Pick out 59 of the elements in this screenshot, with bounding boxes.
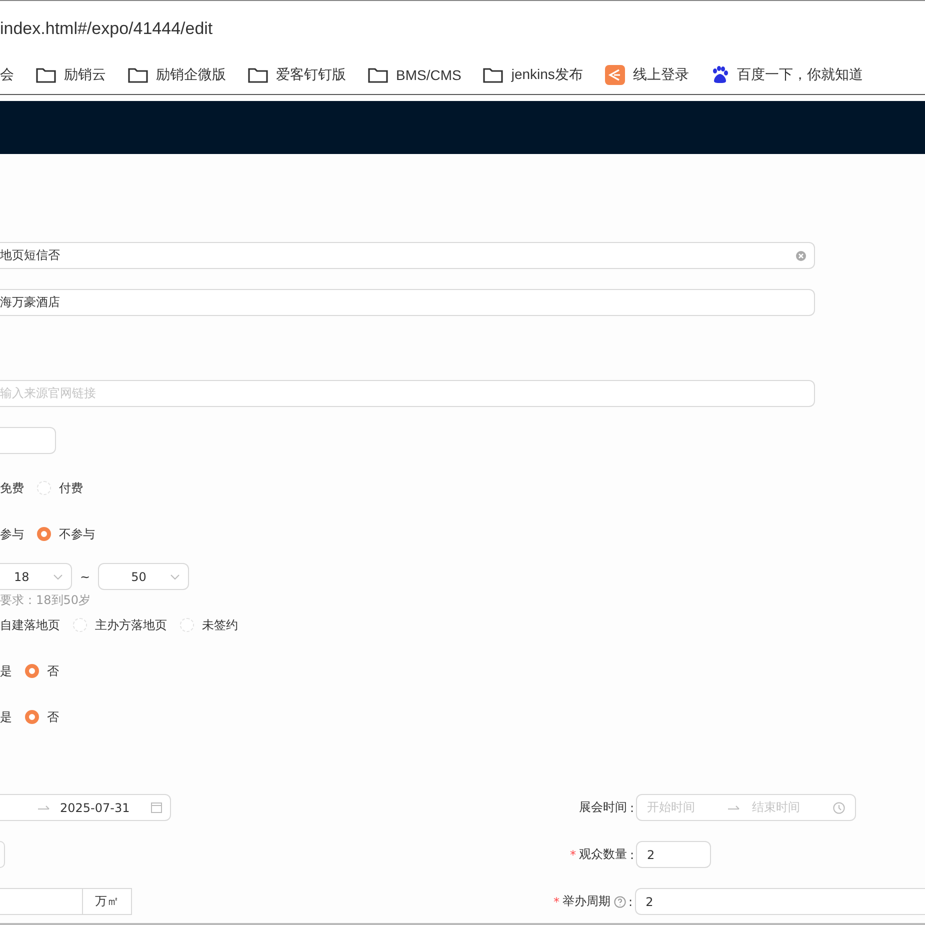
bookmark-link[interactable]: 励销企微版 — [128, 66, 226, 84]
folder-icon — [368, 67, 388, 83]
radio-label[interactable]: 是 — [0, 708, 12, 726]
radio-option[interactable]: 不参与 — [37, 526, 95, 542]
date-range-field[interactable]: 2025-07-31 — [0, 794, 171, 821]
paw-icon — [710, 66, 729, 84]
radio-option[interactable]: 付费 — [37, 480, 83, 496]
app-icon — [604, 65, 625, 85]
radio-option[interactable]: 否 — [25, 662, 59, 680]
address-url[interactable]: index.html#/expo/41444/edit — [0, 18, 213, 38]
chevron-down-icon — [53, 574, 63, 580]
input-field[interactable] — [0, 841, 5, 868]
clock-icon — [833, 802, 845, 814]
input-field[interactable]: 2 — [636, 841, 711, 868]
bookmark-link[interactable]: BMS/CMS — [368, 67, 462, 83]
radio-circle[interactable] — [25, 710, 39, 724]
bookmark-link[interactable]: 爱客钉钉版 — [248, 66, 346, 84]
radio-circle[interactable] — [25, 664, 39, 678]
label-colon: : — [628, 894, 633, 908]
input-field[interactable]: 2 — [634, 888, 925, 915]
field-label: 展会时间 — [578, 799, 627, 816]
required-mark: * — [570, 848, 576, 862]
folder-icon — [36, 67, 56, 83]
radio-option[interactable]: 否 — [25, 708, 59, 726]
folder-icon — [483, 67, 504, 83]
hint-text: 要求：18到50岁 — [0, 592, 91, 608]
field-label: 举办周期 — [562, 893, 611, 910]
radio-option[interactable]: 主办方落地页 — [73, 616, 167, 634]
bookmark-link[interactable]: 励销云 — [36, 66, 106, 84]
bookmark-link[interactable]: 百度一下，你就知道 — [710, 66, 863, 84]
label-colon: : — [630, 800, 634, 814]
age-select[interactable]: 50 — [98, 563, 190, 590]
chevron-down-icon — [170, 574, 180, 580]
radio-circle[interactable] — [37, 527, 51, 541]
radio-label[interactable]: 免费 — [0, 480, 24, 496]
input-field[interactable] — [0, 888, 83, 915]
bookmark-link[interactable]: jenkins发布 — [483, 66, 583, 84]
input-field[interactable] — [0, 427, 56, 454]
calendar-icon — [151, 802, 162, 813]
label-colon: : — [630, 848, 634, 862]
arrow-right-icon — [728, 805, 740, 810]
bookmark-link[interactable]: 线上登录 — [604, 65, 689, 85]
radio-label[interactable]: 参与 — [0, 526, 24, 542]
required-mark: * — [554, 894, 560, 908]
age-select[interactable]: 18 — [0, 563, 72, 590]
help-icon[interactable] — [614, 896, 626, 908]
radio-option[interactable]: 未签约 — [180, 616, 238, 634]
unit-addon: 万㎡ — [83, 888, 132, 915]
radio-label[interactable]: 是 — [0, 662, 12, 680]
bookmark-link[interactable]: 会 — [0, 66, 14, 84]
clear-icon[interactable] — [796, 250, 806, 260]
range-separator: ~ — [80, 570, 90, 584]
folder-icon — [248, 67, 268, 83]
input-field[interactable]: 地页短信否 — [0, 242, 815, 269]
input-field[interactable]: 海万豪酒店 — [0, 289, 815, 316]
field-label: 观众数量 — [578, 846, 627, 863]
folder-icon — [128, 67, 148, 83]
arrow-right-icon — [38, 805, 50, 810]
radio-label[interactable]: 自建落地页 — [0, 616, 60, 634]
